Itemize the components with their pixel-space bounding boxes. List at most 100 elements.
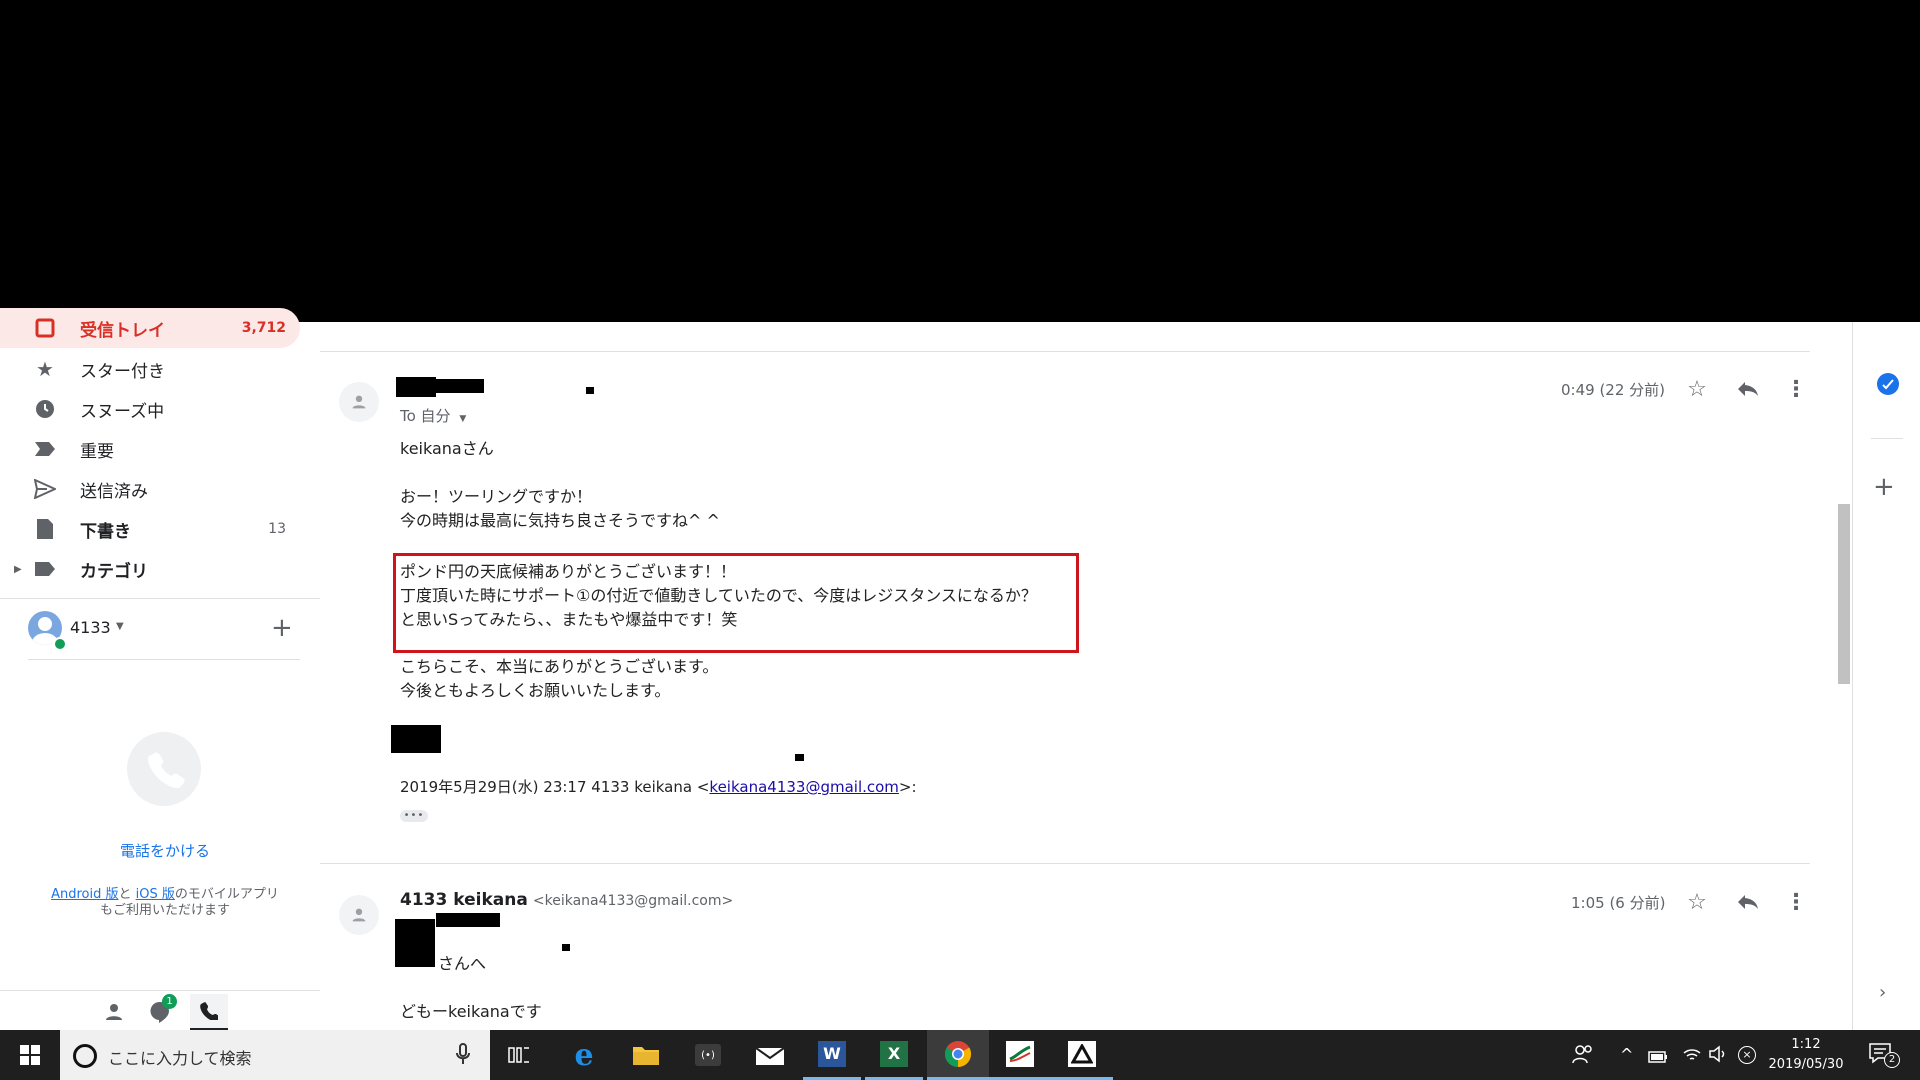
phone-tab[interactable] [190,994,228,1030]
more-options-icon[interactable]: ⋮ [1782,888,1810,916]
sidebar-item-label: カテゴリ [80,561,148,582]
trading-app-icon[interactable] [989,1030,1051,1080]
reply-icon[interactable] [1734,375,1762,403]
word-app-icon[interactable]: W [803,1030,861,1080]
wifi-icon[interactable] [1682,1045,1702,1067]
tray-overflow-icon[interactable]: ^ [1620,1045,1633,1064]
show-trimmed-content-button[interactable]: ••• [400,810,428,822]
sender-line: 4133 keikana <keikana4133@gmail.com> [400,890,733,910]
redacted-signature [795,754,804,761]
message-time: 1:05 (6 分前) [1571,894,1666,912]
highlight-line: 丁度頂いた時にサポート①の付近で値動きしていたので、今度はレジスタンスになるか？ [400,586,1037,605]
sidebar-item-label: スヌーズ中 [80,401,165,422]
person-icon [352,395,366,409]
tasks-icon[interactable] [1877,373,1899,395]
greeting-line: さんへ [438,954,487,973]
addons-divider [1871,438,1903,439]
body-line: こちらこそ、本当にありがとうございます。 [400,657,719,676]
expand-arrow-icon[interactable]: ▶ [14,564,22,575]
sidebar-item-snoozed[interactable]: スヌーズ中 [0,389,300,429]
close-circle-icon[interactable]: × [1738,1046,1756,1064]
inbox-icon [33,316,57,340]
volume-icon[interactable] [1708,1045,1728,1067]
draft-icon [33,517,57,541]
sidebar-item-inbox[interactable]: 受信トレイ 3,712 [0,308,300,348]
thread-view: 様 To 自分 ▼ 0:49 (22 分前) ☆ ⋮ keikanaさん おー！… [320,322,1810,1030]
hangouts-account[interactable]: 4133 ▼ + [28,609,298,651]
recipient-line[interactable]: To 自分 ▼ [400,405,466,426]
windows-start-icon[interactable] [0,1030,60,1080]
sidebar-item-starred[interactable]: ★ スター付き [0,349,300,389]
sender-avatar[interactable] [339,382,379,422]
body-line: おー！ツーリングですか！ [400,487,593,506]
more-options-icon[interactable]: ⋮ [1782,375,1810,403]
drawing-app-icon[interactable] [1051,1030,1113,1080]
clock[interactable]: 1:12 2019/05/30 [1766,1035,1846,1075]
sidebar-item-drafts[interactable]: 下書き 13 [0,509,300,549]
thread-top-divider [320,351,1810,352]
redacted-sender-email [586,387,594,394]
account-divider [28,659,300,660]
sender-avatar[interactable] [339,895,379,935]
sidebar-item-sent[interactable]: 送信済み [0,469,300,509]
reply-icon[interactable] [1734,888,1762,916]
draft-count: 13 [268,521,286,537]
unread-count: 3,712 [241,320,286,336]
action-center-icon[interactable]: 2 [1868,1042,1900,1068]
account-name: 4133 [70,618,111,637]
microphone-icon[interactable] [456,1043,470,1069]
excel-app-icon[interactable]: X [865,1030,923,1080]
mail-app-icon[interactable] [741,1030,799,1080]
taskbar-search-box[interactable]: ここに入力して検索 [60,1030,490,1080]
add-icon[interactable]: + [271,613,293,643]
redacted-recipient [395,919,435,967]
chat-tab[interactable]: 1 [146,994,177,1026]
people-icon[interactable] [1572,1044,1594,1068]
get-addons-icon[interactable]: + [1873,472,1895,502]
chat-badge: 1 [162,994,177,1009]
highlight-box: ポンド円の天底候補ありがとうございます！！ 丁度頂いた時にサポート①の付近で値動… [393,553,1079,653]
sidebar-item-important[interactable]: 重要 [0,429,300,469]
sidebar-item-label: スター付き [80,361,165,382]
notification-count: 2 [1884,1052,1900,1068]
sidebar: 受信トレイ 3,712 ★ スター付き スヌーズ中 重要 送信済み 下書き 13… [0,308,320,1030]
sidebar-item-label: 重要 [80,441,114,462]
chevron-down-icon[interactable]: ▼ [459,414,466,424]
chevron-down-icon[interactable]: ▼ [116,621,124,632]
sidebar-item-categories[interactable]: ▶ カテゴリ [0,549,300,589]
redacted-sender-name [436,379,484,393]
mobile-app-promo: Android 版と iOS 版のモバイルアプリ もご利用いただけます [51,887,279,918]
windows-taskbar: ここに入力して検索 e (•) W X ^ × 1:12 2019/05/30 … [0,1030,1920,1080]
chrome-browser-icon[interactable] [927,1030,989,1080]
clock-date: 2019/05/30 [1768,1057,1844,1072]
task-view-icon[interactable] [490,1030,548,1080]
message-divider [320,863,1810,864]
redacted-recipient [436,913,500,927]
body-line: 今の時期は最高に気持ち良さそうですね^ ^ [400,511,720,530]
star-icon[interactable]: ☆ [1683,375,1711,403]
sidebar-bottom-divider [0,990,320,991]
make-call-link[interactable]: 電話をかける [0,840,330,861]
send-icon [33,477,57,501]
android-app-link[interactable]: Android 版 [51,887,118,902]
quote-email-link[interactable]: keikana4133@gmail.com [709,778,899,796]
media-app-icon[interactable]: (•) [679,1030,737,1080]
star-icon[interactable]: ☆ [1683,888,1711,916]
thread-scrollbar[interactable] [1837,322,1851,1030]
online-status-dot [53,637,67,651]
highlight-line: ポンド円の天底候補ありがとうございます！！ [400,562,737,581]
edge-browser-icon[interactable]: e [555,1030,613,1080]
expand-panel-icon[interactable]: › [1879,982,1886,1003]
cortana-icon [73,1044,97,1068]
sender-email: <keikana4133@gmail.com> [532,893,734,909]
redacted-recipient [562,944,570,951]
file-explorer-icon[interactable] [617,1030,675,1080]
redacted-signature [391,725,441,753]
ios-app-link[interactable]: iOS 版 [136,887,175,902]
battery-icon[interactable] [1648,1048,1668,1067]
body-line: 今後ともよろしくお願いいたします。 [400,681,671,700]
phone-illustration-icon [127,732,201,806]
contacts-tab[interactable] [100,998,128,1026]
sender-name[interactable]: 4133 keikana [400,890,528,910]
scrollbar-thumb[interactable] [1838,504,1850,684]
